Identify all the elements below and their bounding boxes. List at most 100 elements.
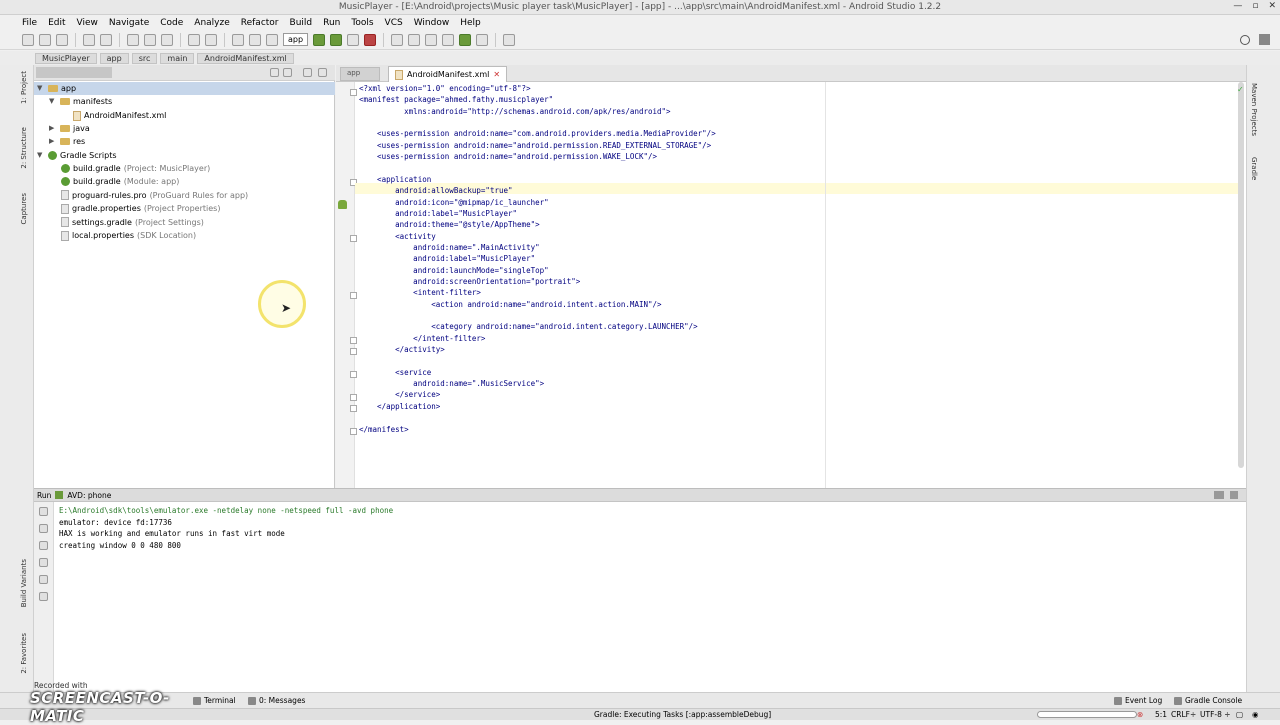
attach-debugger-icon[interactable]: [347, 33, 360, 46]
fold-icon[interactable]: [350, 394, 357, 401]
breadcrumb-item[interactable]: AndroidManifest.xml: [197, 52, 294, 64]
tree-item-res[interactable]: ▶ res: [49, 135, 85, 148]
run-icon[interactable]: [313, 33, 326, 46]
breadcrumb-item[interactable]: MusicPlayer: [35, 52, 97, 64]
terminal-button[interactable]: Terminal: [193, 696, 236, 705]
cut-icon[interactable]: [127, 33, 139, 46]
line-separator[interactable]: CRLF÷: [1171, 710, 1196, 719]
tab-favorites[interactable]: 2: Favorites: [20, 633, 28, 674]
menu-build[interactable]: Build: [290, 18, 313, 28]
tree-item-gradle-file[interactable]: settings.gradle (Project Settings): [61, 216, 204, 229]
menu-file[interactable]: File: [22, 18, 37, 28]
gradle-console-button[interactable]: Gradle Console: [1174, 696, 1242, 705]
project-view-selector[interactable]: [36, 67, 112, 78]
sync-icon[interactable]: [56, 33, 68, 46]
android-device-monitor-icon[interactable]: [476, 33, 489, 46]
fold-icon[interactable]: [350, 292, 357, 299]
tab-androidmanifest[interactable]: AndroidManifest.xml ✕: [388, 66, 508, 82]
sdk-icon[interactable]: [1259, 34, 1270, 45]
clear-all-icon[interactable]: [39, 592, 48, 601]
tree-item-androidmanifest[interactable]: AndroidManifest.xml: [73, 109, 166, 122]
fold-icon[interactable]: [350, 348, 357, 355]
forward-icon[interactable]: [249, 33, 261, 46]
sync-gradle-icon[interactable]: [408, 33, 421, 46]
back-icon[interactable]: [232, 33, 244, 46]
close-tab-icon[interactable]: ✕: [493, 70, 500, 79]
tree-item-gradle-file[interactable]: local.properties (SDK Location): [61, 229, 196, 242]
close-icon[interactable]: ✕: [1268, 1, 1276, 11]
breadcrumb-item[interactable]: app: [99, 52, 129, 64]
menu-code[interactable]: Code: [160, 18, 183, 28]
tab-project[interactable]: 1: Project: [20, 71, 28, 104]
cancel-task-icon[interactable]: ⊗: [1137, 710, 1143, 719]
android-monitor-icon[interactable]: [459, 33, 472, 46]
menu-navigate[interactable]: Navigate: [109, 18, 149, 28]
fold-icon[interactable]: [350, 428, 357, 435]
copy-icon[interactable]: [144, 33, 156, 46]
tab-app[interactable]: app: [340, 67, 380, 81]
debug-icon[interactable]: [330, 33, 343, 46]
search-everywhere-icon[interactable]: [1240, 35, 1250, 45]
caret-position[interactable]: 5:1: [1155, 710, 1167, 719]
menu-refactor[interactable]: Refactor: [241, 18, 279, 28]
menu-run[interactable]: Run: [323, 18, 340, 28]
tab-maven-projects[interactable]: Maven Projects: [1250, 83, 1258, 136]
menu-tools[interactable]: Tools: [351, 18, 373, 28]
inspector-icon[interactable]: ◉: [1252, 710, 1259, 719]
minimize-icon[interactable]: —: [1233, 1, 1242, 11]
settings-gear-icon[interactable]: [1214, 491, 1224, 499]
event-log-button[interactable]: Event Log: [1114, 696, 1162, 705]
fold-icon[interactable]: [350, 89, 357, 96]
editor-scrollbar[interactable]: [1238, 82, 1244, 468]
menu-window[interactable]: Window: [414, 18, 450, 28]
replace-icon[interactable]: [205, 33, 217, 46]
tab-gradle[interactable]: Gradle: [1250, 157, 1258, 180]
settings-gear-icon[interactable]: [303, 68, 312, 77]
file-encoding[interactable]: UTF-8 ÷: [1200, 710, 1231, 719]
lock-icon[interactable]: ▢: [1236, 710, 1243, 719]
find-icon[interactable]: [188, 33, 200, 46]
breadcrumb-item[interactable]: src: [131, 52, 158, 64]
console-output[interactable]: E:\Android\sdk\tools\emulator.exe -netde…: [59, 505, 393, 551]
tab-build-variants[interactable]: Build Variants: [20, 559, 28, 607]
tree-item-gradle-scripts[interactable]: ▼ Gradle Scripts: [37, 149, 117, 162]
hide-panel-icon[interactable]: [318, 68, 327, 77]
breadcrumb-item[interactable]: main: [160, 52, 195, 64]
stop-icon[interactable]: [364, 33, 377, 46]
help-icon[interactable]: [503, 33, 516, 46]
run-config-select[interactable]: app: [283, 33, 309, 46]
avd-manager-icon[interactable]: [425, 33, 438, 46]
tree-root-row[interactable]: [34, 82, 335, 95]
paste-icon[interactable]: [161, 33, 173, 46]
tree-item-manifests[interactable]: ▼ manifests: [49, 95, 112, 108]
soft-wrap-icon[interactable]: [39, 541, 48, 550]
tree-item-gradle-file[interactable]: proguard-rules.pro (ProGuard Rules for ap…: [61, 189, 248, 202]
menu-vcs[interactable]: VCS: [385, 18, 403, 28]
fold-icon[interactable]: [350, 337, 357, 344]
tab-structure[interactable]: 2: Structure: [20, 127, 28, 169]
collapse-all-icon[interactable]: [283, 68, 292, 77]
save-icon[interactable]: [39, 33, 51, 46]
fold-icon[interactable]: [350, 235, 357, 242]
maximize-icon[interactable]: ▫: [1252, 1, 1258, 11]
tree-item-java[interactable]: ▶ java: [49, 122, 90, 135]
menu-view[interactable]: View: [77, 18, 98, 28]
menu-edit[interactable]: Edit: [48, 18, 65, 28]
messages-button[interactable]: 0: Messages: [248, 696, 305, 705]
tree-item-app[interactable]: ▼ app: [37, 82, 76, 95]
tree-item-gradle-file[interactable]: build.gradle (Module: app): [61, 175, 179, 188]
tree-item-gradle-file[interactable]: build.gradle (Project: MusicPlayer): [61, 162, 210, 175]
down-arrow-icon[interactable]: [39, 524, 48, 533]
scroll-to-end-icon[interactable]: [39, 558, 48, 567]
status-task[interactable]: Gradle: Executing Tasks [:app:assembleDe…: [594, 710, 771, 719]
menu-analyze[interactable]: Analyze: [194, 18, 229, 28]
undo-icon[interactable]: [83, 33, 95, 46]
print-icon[interactable]: [39, 575, 48, 584]
open-icon[interactable]: [22, 33, 34, 46]
project-structure-icon[interactable]: [391, 33, 404, 46]
up-arrow-icon[interactable]: [39, 507, 48, 516]
run-config-tab[interactable]: AVD: phone: [67, 489, 111, 501]
tab-captures[interactable]: Captures: [20, 193, 28, 224]
menu-help[interactable]: Help: [460, 18, 481, 28]
sdk-manager-icon[interactable]: [442, 33, 455, 46]
